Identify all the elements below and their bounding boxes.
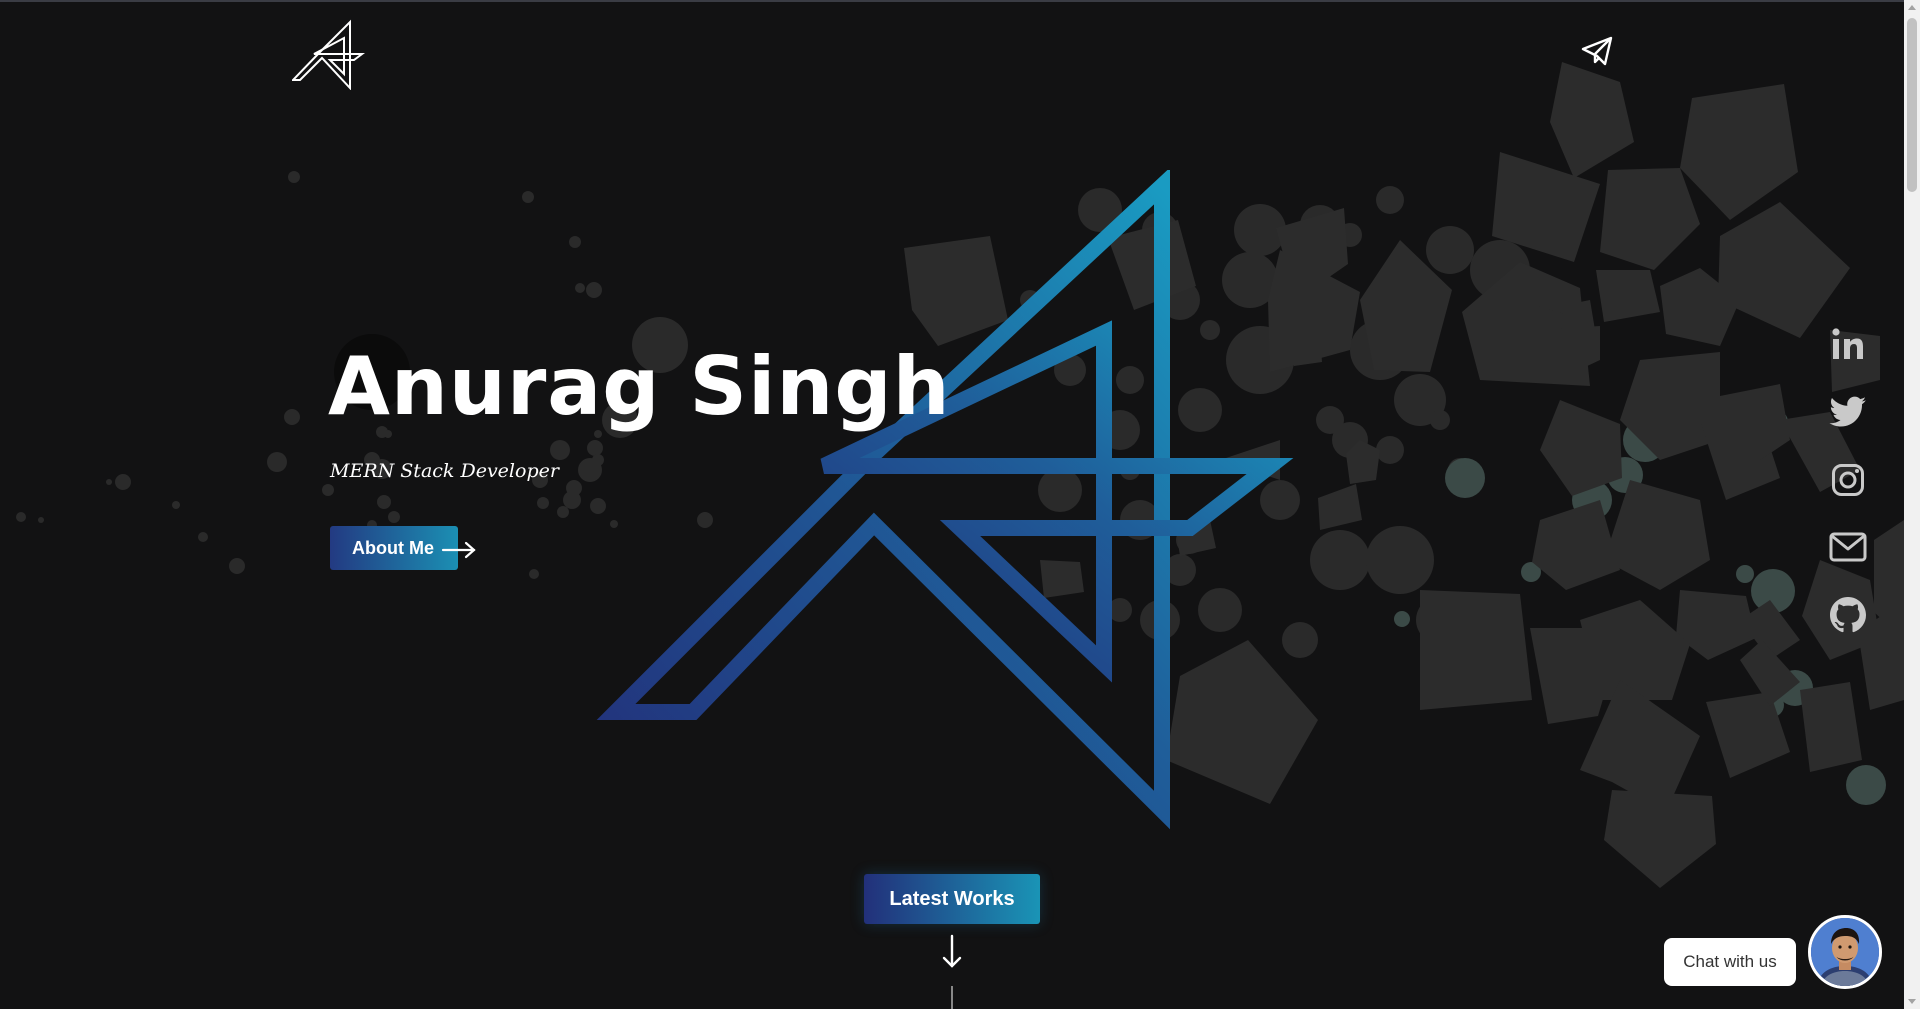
linkedin-link[interactable] [1824,322,1872,366]
github-icon [1830,597,1866,633]
mail-icon [1829,532,1867,562]
github-link[interactable] [1824,593,1872,637]
scrollbar-thumb[interactable] [1907,18,1917,192]
latest-works-button[interactable]: Latest Works [864,874,1040,924]
monogram-logo-icon[interactable] [292,18,370,90]
instagram-icon [1832,464,1864,496]
hero-monogram-graphic [596,170,1294,830]
latest-works-label: Latest Works [889,887,1015,910]
scroll-down-icon[interactable] [1904,993,1920,1009]
twitter-icon [1829,396,1866,427]
instagram-link[interactable] [1824,458,1872,502]
about-me-label: About Me [352,537,434,558]
hero-title: Anurag Singh [328,340,951,433]
contact-button[interactable] [1580,34,1616,68]
paper-plane-icon [1581,36,1613,66]
chat-button[interactable]: Chat with us [1664,938,1796,986]
about-me-button[interactable]: About Me [330,526,458,570]
scroll-up-icon[interactable] [1904,0,1920,16]
twitter-link[interactable] [1824,390,1872,434]
chat-label: Chat with us [1683,952,1777,971]
avatar-icon [1811,918,1879,986]
arrow-down-icon [942,934,962,968]
arrow-right-icon [441,541,476,559]
page: Anurag Singh MERN Stack Developer About … [0,0,1920,1009]
email-link[interactable] [1824,525,1872,569]
hero-subtitle: MERN Stack Developer [330,460,559,482]
linkedin-icon [1832,328,1863,359]
chat-avatar[interactable] [1808,915,1882,989]
scroll-indicator-line [951,986,953,1009]
